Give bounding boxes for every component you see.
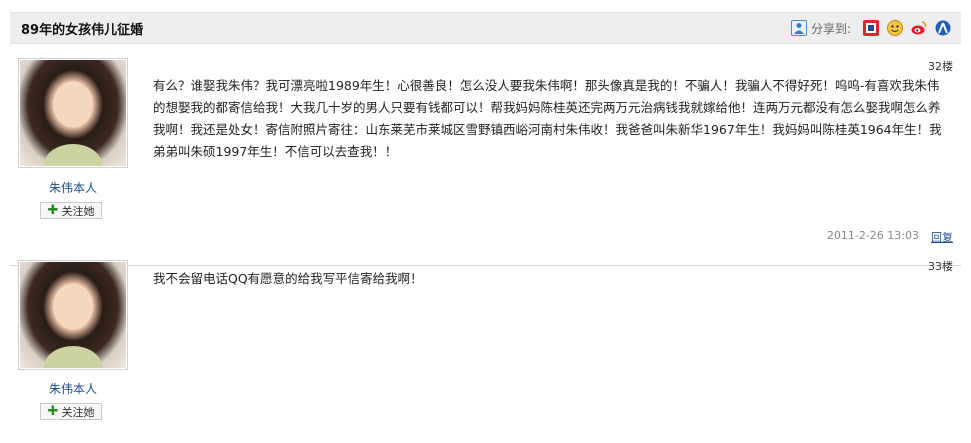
share-label: 分享到: (810, 21, 851, 36)
thread-title-bar: 89年的女孩伟儿征婚 分享到: (10, 12, 961, 44)
avatar[interactable] (18, 260, 128, 370)
follow-label: 关注她 (61, 204, 95, 218)
follow-button[interactable]: ✚ 关注她 (40, 202, 102, 219)
post-32: 朱伟本人 ✚ 关注她 32楼 有么？谁娶我朱伟？我可漂亮啦1989年生！心很善良… (10, 44, 961, 244)
plus-icon: ✚ (47, 404, 59, 419)
post-body: 有么？谁娶我朱伟？我可漂亮啦1989年生！心很善良！怎么没人要我朱伟啊！那头像真… (153, 78, 942, 159)
people-icon[interactable] (935, 20, 951, 36)
avatar[interactable] (18, 58, 128, 168)
floor-number: 32楼 (928, 60, 953, 73)
post-body: 我不会留电话QQ有愿意的给我写平信寄给我啊！ (153, 271, 423, 286)
page: 89年的女孩伟儿征婚 分享到: 朱伟本人 ✚ 关注她 32楼 有么？谁娶我朱伟？… (10, 12, 961, 431)
avatar-photo (20, 60, 126, 166)
author-name[interactable]: 朱伟本人 (18, 179, 128, 196)
follow-button[interactable]: ✚ 关注她 (40, 403, 102, 420)
follow-label: 关注她 (61, 405, 95, 419)
post-33: 朱伟本人 ✚ 关注她 33楼 我不会留电话QQ有愿意的给我写平信寄给我啊！ (10, 241, 961, 431)
share-bar: 分享到: (790, 20, 951, 37)
avatar-photo (20, 262, 126, 368)
share-person-icon[interactable] (790, 20, 807, 36)
renren-icon[interactable] (863, 20, 879, 36)
author-name[interactable]: 朱伟本人 (18, 380, 128, 397)
weibo-icon[interactable] (911, 20, 927, 36)
plus-icon: ✚ (47, 203, 59, 218)
thread-title: 89年的女孩伟儿征婚 (21, 22, 144, 38)
kaixin-icon[interactable] (887, 20, 903, 36)
